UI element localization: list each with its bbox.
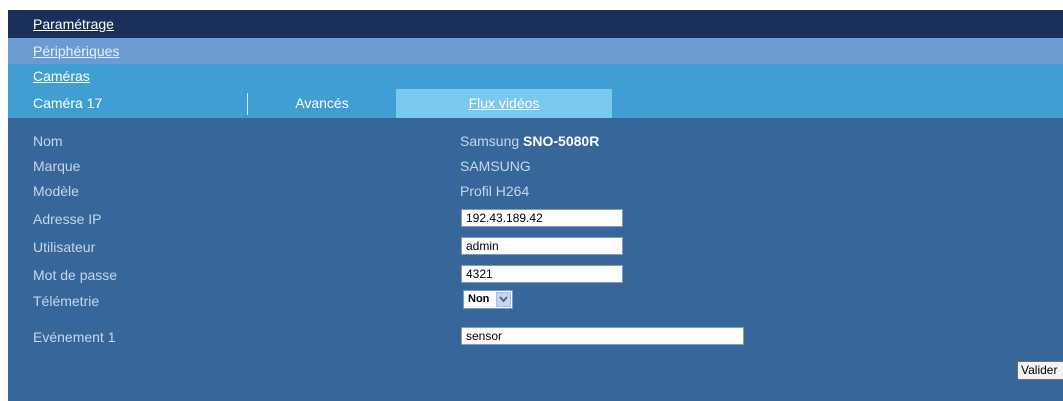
camera-form-panel: Nom Samsung SNO-5080R Marque SAMSUNG Mod…	[8, 118, 1063, 401]
valider-button[interactable]: Valider	[1017, 361, 1063, 380]
mot-de-passe-input[interactable]	[461, 265, 623, 283]
nav-bar-peripheriques: Périphériques	[8, 38, 1063, 64]
page: Paramétrage Périphériques Caméras Caméra…	[0, 0, 1063, 401]
telemetrie-selected: Non	[468, 293, 490, 305]
nom-model: SNO-5080R	[523, 133, 600, 149]
marque-label: Marque	[33, 158, 81, 174]
tab-bar: Caméra 17 Avancés Flux vidéos	[8, 89, 1063, 118]
tab-avances[interactable]: Avancés	[248, 89, 396, 118]
nav-link-peripheriques[interactable]: Périphériques	[33, 43, 119, 59]
tab-flux-videos-label[interactable]: Flux vidéos	[469, 95, 540, 111]
nav-link-cameras[interactable]: Caméras	[33, 68, 90, 84]
evenement1-label: Evénement 1	[33, 329, 116, 345]
chevron-down-icon[interactable]	[496, 292, 511, 307]
modele-label: Modèle	[33, 183, 79, 199]
tab-avances-label[interactable]: Avancés	[295, 95, 348, 111]
marque-value: SAMSUNG	[460, 158, 531, 174]
mot-de-passe-label: Mot de passe	[33, 267, 118, 283]
utilisateur-label: Utilisateur	[33, 239, 96, 255]
nav-bar-cameras: Caméras	[8, 64, 1063, 89]
nav-link-parametrage[interactable]: Paramétrage	[33, 16, 114, 32]
nom-value: Samsung SNO-5080R	[460, 132, 599, 150]
nom-label: Nom	[33, 133, 63, 149]
tab-camera: Caméra 17	[8, 89, 248, 118]
telemetrie-label: Télémetrie	[33, 293, 100, 309]
evenement1-input[interactable]	[461, 327, 744, 345]
adresse-ip-input[interactable]	[461, 209, 623, 227]
telemetrie-select[interactable]: Non	[463, 290, 513, 309]
nav-bar-parametrage: Paramétrage	[8, 10, 1063, 38]
tab-flux-videos[interactable]: Flux vidéos	[396, 89, 612, 118]
modele-value: Profil H264	[460, 183, 530, 199]
nom-brand: Samsung	[460, 133, 520, 149]
utilisateur-input[interactable]	[461, 237, 623, 255]
tab-camera-label: Caméra 17	[33, 95, 103, 111]
adresse-ip-label: Adresse IP	[33, 211, 102, 227]
